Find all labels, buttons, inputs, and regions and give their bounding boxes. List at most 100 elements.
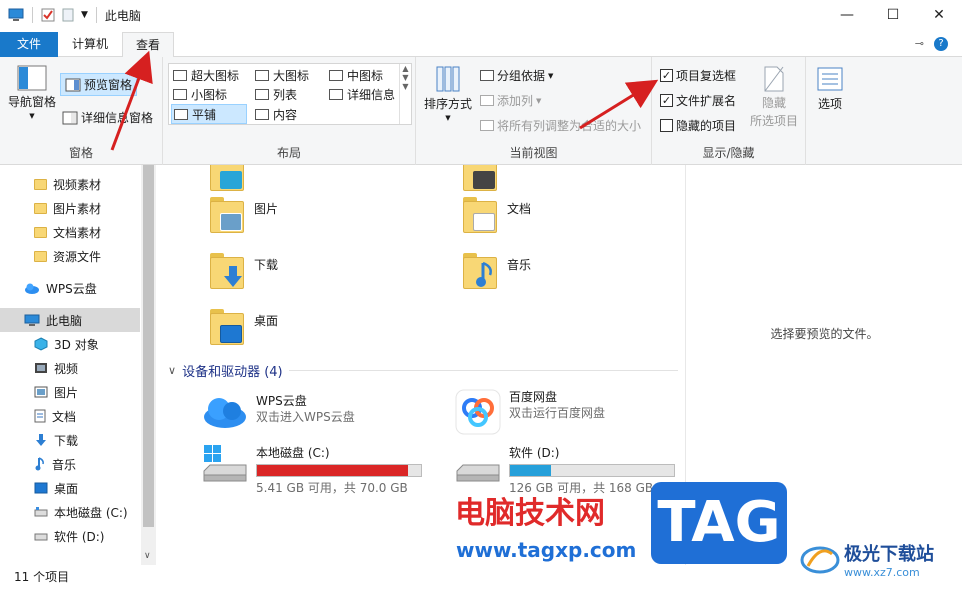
layout-extra-large-icons[interactable]: 超大图标 [171, 65, 239, 85]
hidden-items-toggle[interactable]: 隐藏的项目 [660, 117, 736, 134]
extra-large-icons-icon [173, 69, 187, 81]
file-extensions-toggle[interactable]: ✓ 文件扩展名 [660, 92, 736, 109]
add-column-button[interactable]: 添加列 ▼ [480, 92, 541, 109]
options-button[interactable]: 选项 [812, 67, 848, 112]
details-pane-icon [62, 111, 78, 124]
tab-view[interactable]: 查看 [122, 32, 174, 58]
layout-details[interactable]: 详细信息 [327, 84, 395, 104]
item-count: 11 个项目 [14, 570, 70, 584]
nav-item-this-pc[interactable]: 此电脑 [0, 308, 140, 332]
current-view-group-label: 当前视图 [509, 146, 558, 160]
file-extensions-checkbox[interactable]: ✓ [660, 94, 673, 107]
folder-desktop[interactable]: 桌面 [208, 307, 278, 347]
nav-pane-icon [17, 65, 47, 91]
help-icon[interactable]: ? [934, 37, 948, 51]
preview-pane-button[interactable]: 预览窗格 [60, 73, 138, 96]
nav-item-downloads[interactable]: 下载 [0, 428, 140, 452]
picture-icon [34, 386, 48, 398]
nav-item-pictures[interactable]: 图片 [0, 380, 140, 404]
devices-section-header[interactable]: ∨ 设备和驱动器 (4) [168, 361, 678, 380]
cube-icon [34, 337, 48, 351]
folder-icon [34, 226, 47, 238]
options-icon [817, 67, 843, 91]
item-checkboxes-checkbox[interactable]: ✓ [660, 69, 673, 82]
nav-item-drive-c[interactable]: 本地磁盘 (C:) [0, 500, 140, 524]
nav-item-documents[interactable]: 文档 [0, 404, 140, 428]
folder-pictures[interactable]: 图片 [208, 195, 278, 235]
nav-scroll-thumb[interactable] [143, 165, 154, 527]
video-icon [35, 363, 47, 373]
folder-videos-partial[interactable] [461, 165, 499, 193]
details-icon [329, 88, 343, 100]
device-baidu-netdisk[interactable]: 百度网盘 双击运行百度网盘 [455, 389, 605, 435]
large-icons-icon [255, 69, 269, 81]
layout-group-label: 布局 [276, 146, 301, 160]
sort-by-button[interactable]: 排序方式 ▼ [422, 65, 474, 122]
hide-selected-icon [764, 66, 784, 92]
nav-item-desktop[interactable]: 桌面 [0, 476, 140, 500]
downloads-folder-icon [208, 251, 246, 291]
tab-file[interactable]: 文件 [0, 32, 58, 57]
nav-scrollbar[interactable]: ∨ [141, 165, 156, 565]
folder-music[interactable]: 音乐 [461, 251, 531, 291]
folder-3d-objects-partial[interactable] [208, 165, 246, 193]
layout-medium-icons[interactable]: 中图标 [327, 65, 383, 85]
tab-computer[interactable]: 计算机 [62, 32, 118, 57]
pin-ribbon-icon[interactable]: ⊸ [915, 37, 924, 51]
maximize-button[interactable]: ☐ [870, 0, 916, 30]
chevron-down-icon: ∨ [168, 364, 177, 377]
ribbon-tabs: 文件 计算机 查看 ⊸ ? [0, 30, 962, 58]
properties-icon[interactable] [41, 8, 55, 22]
customize-toolbar-chevron-icon[interactable]: ▼ [81, 10, 88, 20]
divider [288, 370, 678, 371]
drive-icon [34, 533, 48, 541]
documents-folder-icon [461, 195, 499, 235]
cloud-icon [204, 398, 246, 428]
layout-list[interactable]: 列表 [253, 84, 297, 104]
window-title: 此电脑 [104, 8, 141, 23]
device-drive-d[interactable]: 软件 (D:) 126 GB 可用，共 168 GB [455, 445, 675, 496]
layout-tiles[interactable]: 平铺 [171, 104, 247, 124]
minimize-button[interactable]: — [824, 0, 870, 30]
nav-item-videos[interactable]: 视频 [0, 356, 140, 380]
hidden-items-checkbox[interactable] [660, 119, 673, 132]
nav-item-doc-assets[interactable]: 文档素材 [0, 220, 140, 244]
nav-item-drive-d[interactable]: 软件 (D:) [0, 524, 140, 548]
device-wps-cloud[interactable]: WPS云盘 双击进入WPS云盘 [202, 393, 355, 429]
group-by-button[interactable]: 分组依据 ▼ [480, 67, 553, 84]
show-hide-group: ✓ 项目复选框 ✓ 文件扩展名 隐藏的项目 隐藏 所选项目 显示/隐藏 [652, 57, 806, 165]
chevron-down-icon: ▼ [445, 114, 451, 122]
nav-item-video-assets[interactable]: 视频素材 [0, 172, 140, 196]
nav-pane-button[interactable]: 导航窗格 ▼ [6, 65, 58, 120]
layout-gallery-scroll[interactable]: ▲ ▼ ▼ [399, 64, 411, 124]
navigation-pane: 视频素材 图片素材 文档素材 资源文件 WPS云盘 此电脑 3D 对象 视频 图… [0, 165, 156, 565]
add-column-icon [480, 95, 494, 106]
scroll-down-arrow-icon[interactable]: ∨ [144, 551, 151, 561]
folder-downloads[interactable]: 下载 [208, 251, 278, 291]
layout-content[interactable]: 内容 [253, 104, 297, 124]
current-view-group: 排序方式 ▼ 分组依据 ▼ 添加列 ▼ 将所有列调整为合适的大小 当前视图 [416, 57, 652, 165]
details-pane-button[interactable]: 详细信息窗格 [62, 109, 153, 126]
nav-item-resources[interactable]: 资源文件 [0, 244, 140, 268]
item-checkboxes-toggle[interactable]: ✓ 项目复选框 [660, 67, 736, 84]
pane-group: 导航窗格 ▼ 预览窗格 详细信息窗格 窗格 [0, 57, 163, 165]
baidu-netdisk-icon [455, 389, 501, 435]
hide-selected-button[interactable]: 隐藏 所选项目 [746, 65, 802, 129]
nav-item-wps-cloud[interactable]: WPS云盘 [0, 276, 140, 300]
nav-item-image-assets[interactable]: 图片素材 [0, 196, 140, 220]
close-button[interactable]: ✕ [916, 0, 962, 30]
new-folder-icon[interactable] [61, 8, 75, 22]
layout-large-icons[interactable]: 大图标 [253, 65, 309, 85]
nav-item-music[interactable]: 音乐 [0, 452, 140, 476]
divider [32, 7, 33, 23]
fit-columns-button[interactable]: 将所有列调整为合适的大小 [480, 117, 641, 134]
folder-icon [34, 202, 47, 214]
document-icon [34, 409, 46, 423]
layout-small-icons[interactable]: 小图标 [171, 84, 227, 104]
preview-pane-icon [65, 78, 81, 91]
folder-documents[interactable]: 文档 [461, 195, 531, 235]
nav-item-3d-objects[interactable]: 3D 对象 [0, 332, 140, 356]
device-drive-c[interactable]: 本地磁盘 (C:) 5.41 GB 可用，共 70.0 GB [202, 445, 422, 496]
show-hide-group-label: 显示/隐藏 [702, 146, 755, 160]
drive-d-usage-bar [509, 464, 675, 477]
